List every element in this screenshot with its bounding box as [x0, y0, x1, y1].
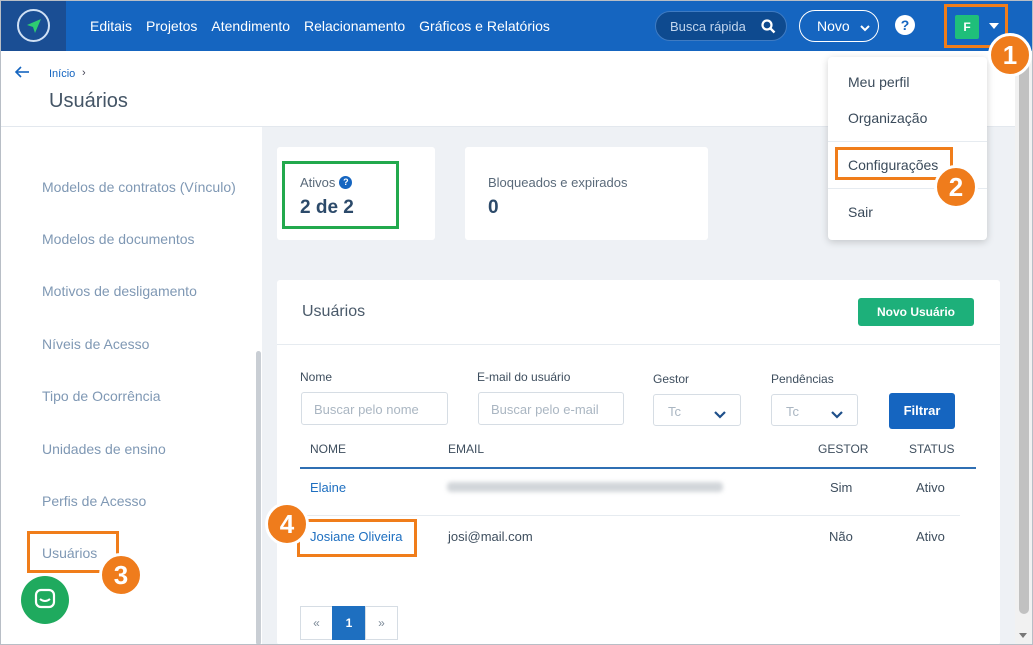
user-status-cell: Ativo	[916, 480, 945, 495]
menu-item-sair[interactable]: Sair	[848, 204, 873, 220]
menu-item-meu-perfil[interactable]: Meu perfil	[848, 74, 909, 90]
table-header-divider	[300, 467, 976, 469]
back-arrow-icon[interactable]	[14, 65, 30, 84]
sidebar-item-modelos-contratos[interactable]: Modelos de contratos (Vínculo)	[42, 179, 236, 195]
chevron-down-icon	[714, 406, 726, 424]
new-button[interactable]: Novo	[799, 10, 879, 42]
nav-item-relacionamento[interactable]: Relacionamento	[304, 18, 405, 34]
pagination-next[interactable]: »	[365, 606, 398, 640]
users-panel: Usuários Novo Usuário Nome Buscar pelo n…	[277, 280, 1000, 645]
sidebar-item-tipo-ocorrencia[interactable]: Tipo de Ocorrência	[42, 388, 161, 404]
pending-filter-select[interactable]: Tc	[771, 394, 858, 426]
chevron-down-icon	[860, 20, 870, 36]
manager-filter-value: Tc	[668, 404, 681, 419]
sidebar-item-unidades-ensino[interactable]: Unidades de ensino	[42, 441, 166, 457]
annotation-badge-2: 2	[934, 165, 978, 209]
annotation-badge-3: 3	[99, 553, 143, 597]
email-filter-input[interactable]: Buscar pelo e-mail	[478, 392, 624, 425]
annotation-badge-4: 4	[265, 502, 309, 546]
sidebar-scrollbar[interactable]	[256, 351, 261, 645]
column-header-status[interactable]: STATUS	[909, 442, 955, 456]
blocked-label: Bloqueados e expirados	[488, 175, 628, 190]
blocked-users-card: Bloqueados e expirados 0	[465, 147, 708, 240]
sidebar-item-perfis-acesso[interactable]: Perfis de Acesso	[42, 493, 146, 509]
column-header-name[interactable]: NOME	[310, 442, 346, 456]
new-user-button[interactable]: Novo Usuário	[858, 298, 974, 326]
main-nav: Editais Projetos Atendimento Relacioname…	[90, 0, 550, 51]
user-name-link[interactable]: Elaine	[310, 480, 346, 495]
pending-filter-label: Pendências	[771, 372, 834, 386]
user-email-cell: josi@mail.com	[448, 529, 533, 544]
help-icon[interactable]: ?	[895, 15, 915, 35]
highlight-configuracoes	[835, 147, 953, 180]
logo-icon	[17, 9, 50, 42]
email-filter-placeholder: Buscar pelo e-mail	[491, 402, 599, 417]
pagination-page-1[interactable]: 1	[332, 606, 366, 640]
pagination-prev[interactable]: «	[300, 606, 333, 640]
redacted-email	[447, 482, 723, 492]
divider	[277, 344, 1000, 345]
email-filter-label: E-mail do usuário	[477, 370, 571, 384]
name-filter-placeholder: Buscar pelo nome	[314, 402, 419, 417]
highlight-user-josiane	[297, 519, 417, 557]
row-divider	[300, 515, 960, 516]
caret-down-icon	[989, 23, 999, 29]
scroll-down-icon[interactable]	[1019, 633, 1027, 638]
name-filter-input[interactable]: Buscar pelo nome	[301, 392, 448, 425]
menu-divider	[828, 141, 987, 142]
nav-item-atendimento[interactable]: Atendimento	[211, 18, 290, 34]
scrollbar-thumb[interactable]	[1019, 59, 1029, 614]
page-title: Usuários	[49, 90, 128, 112]
annotation-badge-1: 1	[988, 33, 1032, 77]
column-header-manager[interactable]: GESTOR	[818, 442, 868, 456]
filter-button[interactable]: Filtrar	[889, 393, 955, 429]
chat-button[interactable]	[21, 576, 69, 624]
top-navbar: Editais Projetos Atendimento Relacioname…	[0, 0, 1033, 51]
nav-item-editais[interactable]: Editais	[90, 18, 132, 34]
blocked-value: 0	[488, 197, 499, 218]
search-placeholder: Busca rápida	[670, 19, 746, 34]
nav-item-graficos-relatorios[interactable]: Gráficos e Relatórios	[419, 18, 550, 34]
breadcrumb-separator: ›	[82, 67, 86, 79]
sidebar-item-modelos-documentos[interactable]: Modelos de documentos	[42, 231, 195, 247]
avatar: F	[955, 15, 979, 39]
chevron-down-icon	[831, 406, 843, 424]
highlight-active-users	[282, 161, 399, 229]
quick-search-input[interactable]: Busca rápida	[655, 11, 787, 41]
new-button-label: Novo	[817, 18, 850, 34]
page-scrollbar[interactable]	[1015, 51, 1033, 645]
name-filter-label: Nome	[300, 370, 333, 384]
manager-filter-select[interactable]: Tc	[653, 394, 741, 426]
breadcrumb-home[interactable]: Início	[49, 68, 75, 80]
search-icon[interactable]	[761, 19, 776, 39]
sidebar-item-motivos-desligamento[interactable]: Motivos de desligamento	[42, 283, 197, 299]
panel-title: Usuários	[302, 303, 366, 320]
user-manager-cell: Sim	[830, 480, 853, 495]
app-logo[interactable]	[0, 0, 66, 51]
chat-icon	[34, 588, 56, 609]
column-header-email[interactable]: EMAIL	[448, 442, 484, 456]
user-status-cell: Ativo	[916, 529, 945, 544]
sidebar-item-niveis-acesso[interactable]: Níveis de Acesso	[42, 336, 149, 352]
user-manager-cell: Não	[829, 529, 853, 544]
nav-item-projetos[interactable]: Projetos	[146, 18, 197, 34]
menu-item-organizacao[interactable]: Organização	[848, 110, 927, 126]
manager-filter-label: Gestor	[653, 372, 690, 386]
pending-filter-value: Tc	[786, 404, 799, 419]
